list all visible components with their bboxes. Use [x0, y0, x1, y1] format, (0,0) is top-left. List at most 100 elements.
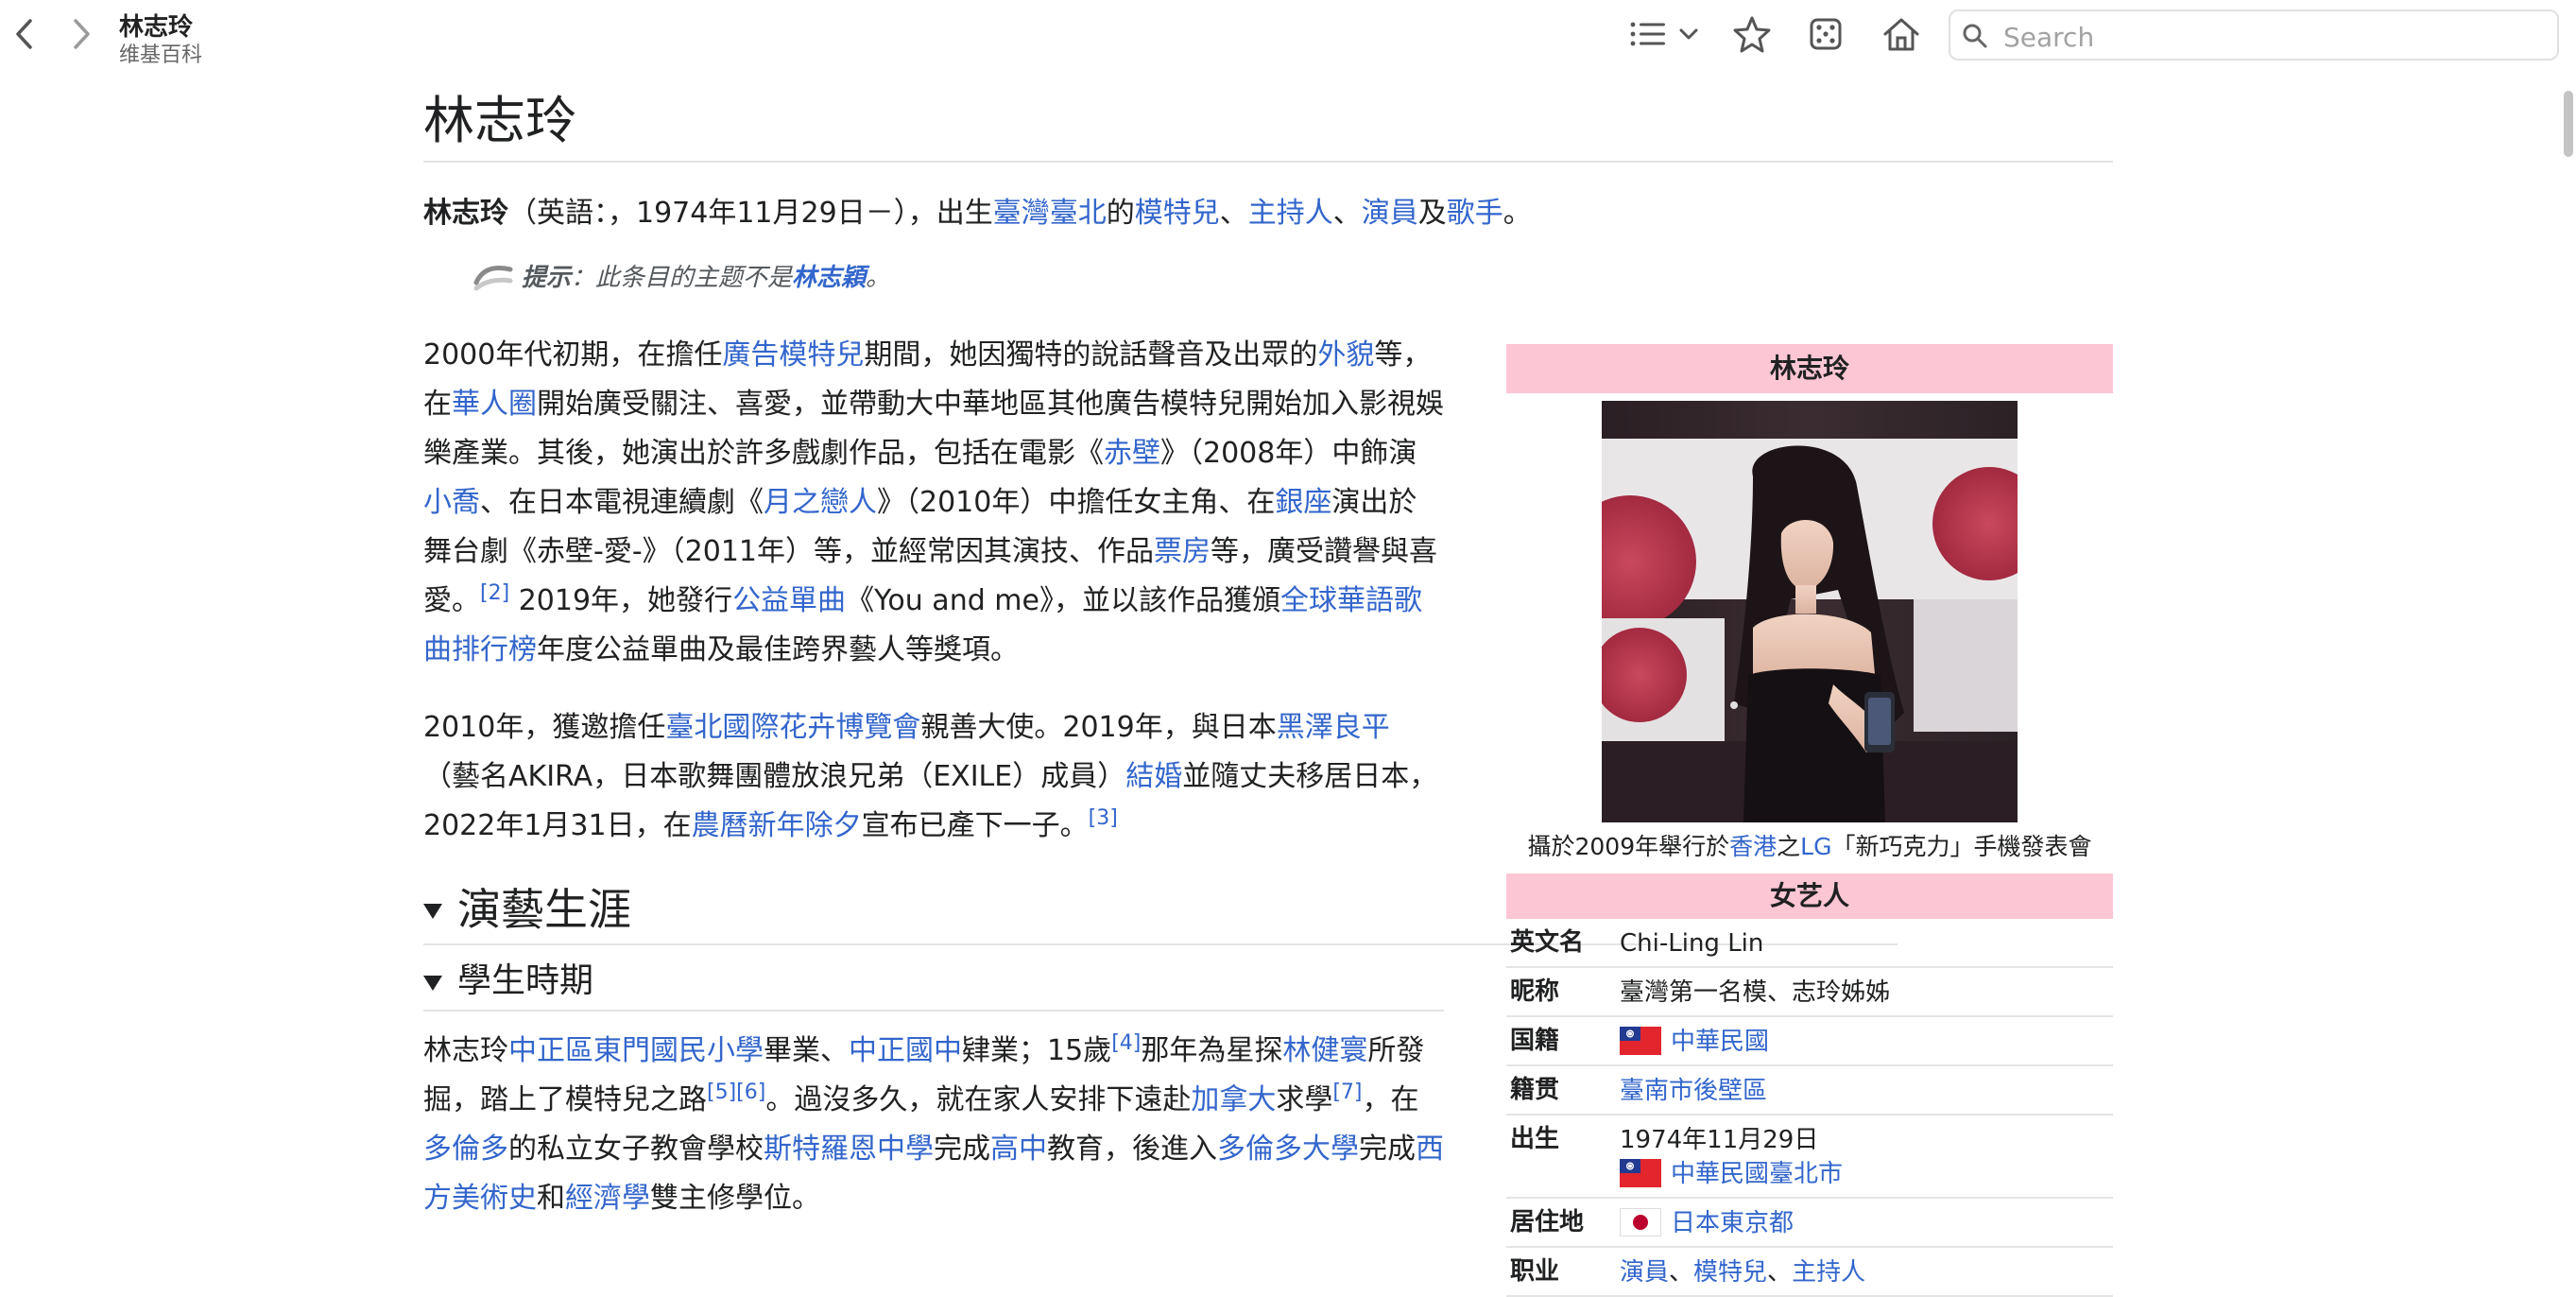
row-value: 日本東京都 [1620, 1199, 2113, 1246]
link-lg[interactable]: LG [1800, 833, 1831, 860]
subsection-heading-student[interactable]: 學生時期 [423, 959, 1444, 1012]
link-flora-expo[interactable]: 臺北國際花卉博覽會 [665, 711, 920, 744]
link-marriage[interactable]: 結婚 [1125, 760, 1182, 793]
scrollbar-thumb[interactable] [2564, 91, 2573, 157]
infobox-row-nationality: 国籍 中華民國 [1506, 1017, 2113, 1066]
home-button[interactable] [1879, 13, 1924, 55]
text: 、 [1219, 197, 1248, 230]
infobox-row-ancestry: 籍贯 臺南市後壁區 [1506, 1066, 2113, 1115]
search-icon [1963, 24, 1987, 48]
section-title: 演藝生涯 [457, 884, 631, 935]
row-label: 英文名 [1510, 928, 1585, 957]
home-icon [1883, 18, 1919, 51]
text: 、在日本電視連續劇《 [480, 486, 764, 519]
text: 》（2010年）中擔任女主角、在 [877, 486, 1276, 519]
link-houbi[interactable]: 臺南市後壁區 [1620, 1077, 1767, 1105]
link-roc[interactable]: 中華民國 [1671, 1028, 1769, 1056]
link-ginza[interactable]: 銀座 [1275, 486, 1331, 519]
row-value: 1974年11月29日 中華民國臺北市 [1620, 1115, 2113, 1197]
reference-link[interactable]: [3] [1089, 806, 1118, 830]
link-strathallan-school[interactable]: 斯特羅恩中學 [764, 1133, 934, 1166]
link-box-office[interactable]: 票房 [1154, 535, 1211, 568]
star-icon [1733, 16, 1771, 53]
link-chinese-circle[interactable]: 華人圈 [452, 388, 537, 421]
hatnote-link[interactable]: 林志穎 [792, 259, 866, 297]
row-label: 籍贯 [1510, 1076, 1560, 1104]
text: （英語：，1974年11月29日－），出生 [508, 197, 993, 230]
back-button[interactable] [8, 17, 42, 51]
link-red-cliff[interactable]: 赤壁 [1104, 437, 1160, 470]
link-tsuki-no-koibito[interactable]: 月之戀人 [764, 486, 877, 519]
link-singer[interactable]: 歌手 [1447, 197, 1503, 230]
link-actor[interactable]: 演員 [1362, 197, 1418, 230]
link-host[interactable]: 主持人 [1248, 197, 1333, 230]
table-of-contents-button[interactable] [1622, 13, 1707, 55]
link-high-school[interactable]: 高中 [990, 1133, 1047, 1166]
reference-link[interactable]: [6] [736, 1081, 765, 1104]
row-value: 臺南市後壁區 [1620, 1066, 2113, 1114]
link-zhongzheng-junior-high[interactable]: 中正國中 [849, 1034, 962, 1067]
reference-link[interactable]: [2] [480, 581, 509, 605]
birth-place: 中華民國臺北市 [1620, 1157, 2113, 1191]
text: ，在 [1362, 1083, 1419, 1116]
link-university-of-toronto[interactable]: 多倫多大學 [1217, 1133, 1359, 1166]
link-canada[interactable]: 加拿大 [1191, 1083, 1276, 1116]
text: 2019年，她發行 [509, 584, 733, 617]
link-dongmen-elementary[interactable]: 中正區東門國民小學 [508, 1034, 764, 1067]
reference-link[interactable]: [5] [707, 1081, 736, 1104]
text: 的 [1106, 197, 1135, 230]
bookmark-button[interactable] [1731, 13, 1773, 55]
text: 及 [1417, 197, 1447, 230]
list-icon [1630, 22, 1665, 46]
link-taiwan-taipei[interactable]: 臺灣臺北 [993, 197, 1107, 230]
link-ad-model[interactable]: 廣告模特兒 [722, 338, 864, 372]
hatnote-prefix: 提示 [522, 264, 572, 292]
reference-link[interactable]: [7] [1332, 1081, 1362, 1104]
link-toronto[interactable]: 多倫多 [423, 1133, 508, 1166]
text: 完成 [1359, 1133, 1416, 1166]
chevron-left-icon [16, 19, 32, 49]
random-article-button[interactable] [1805, 13, 1846, 55]
chevron-right-icon [74, 19, 90, 49]
hatnote: 提示 ：此条目的主题不是 林志穎。 [472, 259, 2113, 297]
link-lin-jianhuan[interactable]: 林健寰 [1282, 1034, 1367, 1067]
chevron-down-icon [1679, 28, 1698, 40]
link-host[interactable]: 主持人 [1792, 1258, 1865, 1287]
scrollbar-track[interactable] [2561, 85, 2574, 1288]
paragraph-student: 林志玲中正區東門國民小學畢業、中正國中肄業；15歲[4]那年為星探林健寰所發掘，… [423, 1027, 1444, 1223]
text: 和 [537, 1182, 565, 1215]
infobox-photo-container [1506, 393, 2113, 828]
link-taipei[interactable]: 中華民國臺北市 [1671, 1160, 1843, 1188]
text: 雙主修學位。 [650, 1182, 820, 1215]
text: 、 [1332, 197, 1362, 230]
portrait-photo[interactable] [1602, 401, 2018, 822]
forward-button[interactable] [64, 17, 98, 51]
text: 教育，後進入 [1047, 1133, 1217, 1166]
link-tokyo[interactable]: 日本東京都 [1671, 1209, 1794, 1237]
reference-link[interactable]: [4] [1111, 1031, 1141, 1055]
text: 攝於2009年舉行於 [1527, 833, 1730, 860]
text: 《You and me》，並以該作品獲頒 [846, 584, 1280, 617]
link-charity-single[interactable]: 公益單曲 [732, 584, 846, 617]
link-appearance[interactable]: 外貌 [1317, 338, 1374, 372]
search-box[interactable] [1949, 9, 2559, 61]
text: 。過沒多久，就在家人安排下遠赴 [765, 1083, 1192, 1116]
browser-toolbar: 林志玲 维基百科 [0, 0, 2576, 76]
row-label: 国籍 [1510, 1027, 1560, 1055]
row-value: 臺灣第一名模、志玲姊姊 [1620, 978, 1891, 1007]
infobox-row-born: 出生 1974年11月29日 中華民國臺北市 [1506, 1115, 2113, 1199]
search-input[interactable] [2001, 19, 2544, 55]
infobox-row-nickname: 昵称 臺灣第一名模、志玲姊姊 [1506, 968, 2113, 1017]
link-model[interactable]: 模特兒 [1135, 197, 1220, 230]
link-model[interactable]: 模特兒 [1693, 1258, 1767, 1287]
text: 畢業、 [764, 1034, 849, 1067]
link-hong-kong[interactable]: 香港 [1729, 833, 1777, 860]
link-akira[interactable]: 黑澤良平 [1277, 711, 1390, 744]
link-new-year-eve[interactable]: 農曆新年除夕 [692, 809, 862, 842]
link-actor[interactable]: 演員 [1620, 1258, 1669, 1287]
text: 》（2008年）中飾演 [1160, 437, 1417, 470]
link-xiao-qiao[interactable]: 小喬 [423, 486, 480, 519]
flag-japan-icon [1620, 1207, 1661, 1236]
link-economics[interactable]: 經濟學 [565, 1182, 650, 1215]
text: 2000年代初期，在擔任 [423, 338, 723, 372]
